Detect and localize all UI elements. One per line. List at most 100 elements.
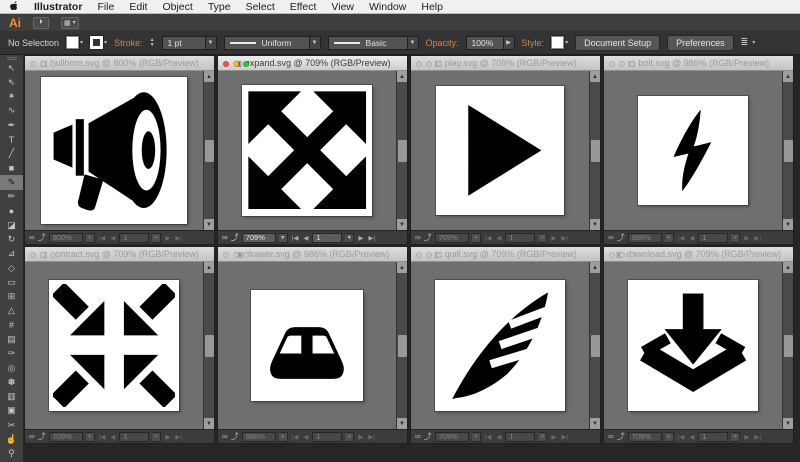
glasses-icon[interactable]: ∞ <box>29 432 35 441</box>
zoom-window-button[interactable] <box>50 252 56 258</box>
type-tool[interactable]: T <box>0 132 23 146</box>
artboard-number-field[interactable]: 1 <box>312 233 342 243</box>
zoom-level-field[interactable]: 709% <box>435 432 469 442</box>
stroke-weight-value[interactable]: 1 pt <box>162 36 206 50</box>
eyedropper-tool[interactable]: ✑ <box>0 347 23 361</box>
share-icon[interactable]: ⤴ <box>38 232 46 243</box>
vertical-scrollbar[interactable]: ▲ ▼ <box>396 71 407 230</box>
next-artboard-button[interactable]: ▶ <box>743 433 750 441</box>
chevron-down-icon[interactable]: ▶ <box>504 36 515 50</box>
share-icon[interactable]: ⤴ <box>424 232 432 243</box>
next-artboard-button[interactable]: ▶ <box>164 433 171 441</box>
style-panel-link[interactable]: Style: <box>522 38 545 48</box>
column-graph-tool[interactable]: ▥ <box>0 389 23 403</box>
close-button[interactable] <box>223 252 229 258</box>
chevron-down-icon[interactable]: ▼ <box>86 233 95 243</box>
scroll-down-icon[interactable]: ▼ <box>397 219 407 230</box>
pen-tool[interactable]: ✒ <box>0 118 23 132</box>
first-artboard-button[interactable]: |◀ <box>98 433 107 441</box>
chevron-down-icon[interactable]: ▼ <box>731 233 740 243</box>
document-canvas[interactable]: ▲ ▼ <box>411 71 600 230</box>
vertical-scrollbar[interactable]: ▲ ▼ <box>589 71 600 230</box>
vertical-scrollbar[interactable]: ▲ ▼ <box>589 262 600 429</box>
minimize-button[interactable] <box>619 61 625 67</box>
previous-artboard-button[interactable]: ◀ <box>688 234 695 242</box>
chevron-down-icon[interactable]: ▼ <box>152 233 161 243</box>
close-button[interactable] <box>416 252 422 258</box>
menu-item-window[interactable]: Window <box>369 1 406 13</box>
previous-artboard-button[interactable]: ◀ <box>495 234 502 242</box>
chevron-down-icon[interactable]: ▾ <box>565 39 568 46</box>
chevron-down-icon[interactable]: ▼ <box>279 432 288 442</box>
zoom-level-field[interactable]: 709% <box>242 233 276 243</box>
width-tool[interactable]: ◇ <box>0 261 23 275</box>
variable-width-profile-dropdown[interactable]: Uniform ▼ <box>224 36 321 50</box>
zoom-level-field[interactable]: 709% <box>49 432 83 442</box>
minimize-button[interactable] <box>426 61 432 67</box>
chevron-down-icon[interactable]: ▼ <box>345 432 354 442</box>
scroll-down-icon[interactable]: ▼ <box>204 219 214 230</box>
last-artboard-button[interactable]: ▶| <box>174 234 183 242</box>
previous-artboard-button[interactable]: ◀ <box>109 234 116 242</box>
glasses-icon[interactable]: ∞ <box>415 233 421 242</box>
chevron-down-icon[interactable]: ▼ <box>665 233 674 243</box>
document-canvas[interactable]: ▲ ▼ <box>604 262 793 429</box>
chevron-down-icon[interactable]: ▼ <box>408 36 419 50</box>
close-button[interactable] <box>416 61 422 67</box>
chevron-down-icon[interactable]: ▼ <box>538 432 547 442</box>
next-artboard-button[interactable]: ▶ <box>357 433 364 441</box>
direct-selection-tool[interactable]: ⇖ <box>0 75 23 89</box>
window-title-bar[interactable]: ▣ play.svg @ 709% (RGB/Preview) <box>411 56 600 71</box>
lasso-tool[interactable]: ∿ <box>0 104 23 118</box>
chevron-down-icon[interactable]: ▼ <box>538 233 547 243</box>
close-button[interactable] <box>223 61 229 67</box>
chevron-down-icon[interactable]: ▼ <box>310 36 321 50</box>
scroll-down-icon[interactable]: ▼ <box>783 219 793 230</box>
slice-tool[interactable]: ✂ <box>0 418 23 432</box>
window-title-bar[interactable]: ▣ bullhorn.svg @ 800% (RGB/Preview) <box>25 56 214 71</box>
chevron-down-icon[interactable]: ▼ <box>472 233 481 243</box>
next-artboard-button[interactable]: ▶ <box>550 433 557 441</box>
free-transform-tool[interactable]: ▭ <box>0 275 23 289</box>
zoom-tool[interactable]: ⚲ <box>0 447 23 461</box>
menu-item-select[interactable]: Select <box>246 1 275 13</box>
glasses-icon[interactable]: ∞ <box>222 233 228 242</box>
vertical-scrollbar[interactable]: ▲ ▼ <box>203 71 214 230</box>
zoom-window-button[interactable] <box>243 252 249 258</box>
menu-item-object[interactable]: Object <box>162 1 192 13</box>
rectangle-tool[interactable]: ■ <box>0 161 23 175</box>
minimize-button[interactable] <box>619 252 625 258</box>
scroll-down-icon[interactable]: ▼ <box>783 418 793 429</box>
artboard-number-field[interactable]: 1 <box>505 233 535 243</box>
fill-color-swatch[interactable] <box>66 36 79 49</box>
first-artboard-button[interactable]: |◀ <box>677 433 686 441</box>
menu-item-view[interactable]: View <box>331 1 354 13</box>
share-icon[interactable]: ⤴ <box>617 431 625 442</box>
glasses-icon[interactable]: ∞ <box>608 432 614 441</box>
scale-tool[interactable]: ⊿ <box>0 247 23 261</box>
last-artboard-button[interactable]: ▶| <box>367 234 376 242</box>
zoom-level-field[interactable]: 800% <box>49 233 83 243</box>
minimize-button[interactable] <box>233 252 239 258</box>
style-swatch[interactable] <box>551 36 564 49</box>
chevron-down-icon[interactable]: ▼ <box>206 36 217 50</box>
scroll-up-icon[interactable]: ▲ <box>397 262 407 273</box>
selection-tool[interactable]: ↖ <box>0 61 23 75</box>
next-artboard-button[interactable]: ▶ <box>743 234 750 242</box>
minimize-button[interactable] <box>426 252 432 258</box>
zoom-level-field[interactable]: 986% <box>242 432 276 442</box>
vertical-scrollbar[interactable]: ▲ ▼ <box>396 262 407 429</box>
artboard-tool[interactable]: ▣ <box>0 404 23 418</box>
vertical-scrollbar[interactable]: ▲ ▼ <box>203 262 214 429</box>
document-canvas[interactable]: ▲ ▼ <box>218 71 407 230</box>
minimize-button[interactable] <box>40 61 46 67</box>
last-artboard-button[interactable]: ▶| <box>560 433 569 441</box>
next-artboard-button[interactable]: ▶ <box>550 234 557 242</box>
next-artboard-button[interactable]: ▶ <box>357 234 364 242</box>
last-artboard-button[interactable]: ▶| <box>560 234 569 242</box>
scroll-up-icon[interactable]: ▲ <box>397 71 407 82</box>
document-canvas[interactable]: ▲ ▼ <box>604 71 793 230</box>
minimize-button[interactable] <box>40 252 46 258</box>
stepper-down-icon[interactable]: ▼ <box>150 43 155 48</box>
first-artboard-button[interactable]: |◀ <box>291 433 300 441</box>
